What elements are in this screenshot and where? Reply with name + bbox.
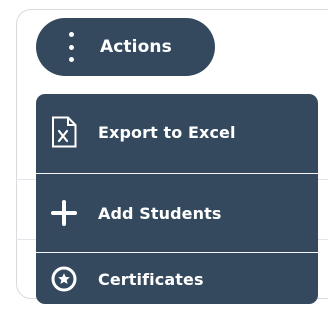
menu-item-export-to-excel[interactable]: Export to Excel bbox=[36, 94, 318, 170]
menu-divider bbox=[36, 252, 318, 253]
actions-dropdown-menu: Export to Excel Add Students Certificate… bbox=[36, 94, 318, 304]
menu-item-label: Export to Excel bbox=[98, 122, 236, 142]
excel-file-icon bbox=[48, 116, 80, 148]
actions-button[interactable]: Actions bbox=[36, 18, 215, 76]
plus-icon bbox=[48, 197, 80, 229]
actions-button-label: Actions bbox=[100, 37, 172, 57]
menu-item-certificates[interactable]: Certificates bbox=[36, 254, 318, 304]
kebab-vertical-icon bbox=[68, 32, 74, 62]
menu-item-label: Add Students bbox=[98, 203, 222, 223]
menu-divider bbox=[36, 173, 318, 174]
menu-item-add-students[interactable]: Add Students bbox=[36, 175, 318, 251]
menu-item-label: Certificates bbox=[98, 269, 204, 289]
certificate-badge-icon bbox=[48, 263, 80, 295]
page: Actions Export to Excel Add Students Cer… bbox=[0, 0, 328, 321]
